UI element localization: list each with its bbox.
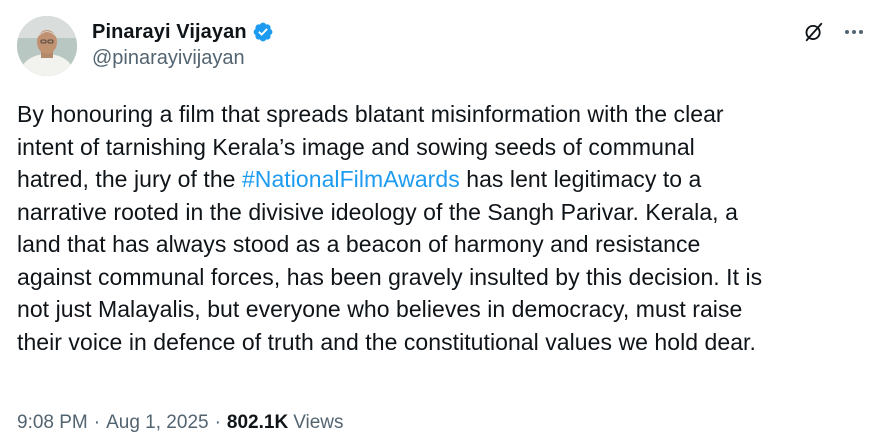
tweet-text-segment: narrative rooted in the divisive ideolog… xyxy=(17,198,738,225)
views-label: Views xyxy=(293,412,344,433)
tweet-text-segment: against communal forces, has been gravel… xyxy=(17,263,763,290)
tweet-text-segment: hatred, the jury of the xyxy=(17,166,242,192)
tweet-text-line: land that has always stood as a beacon o… xyxy=(17,228,877,261)
tweet-text-segment: land that has always stood as a beacon o… xyxy=(17,231,701,257)
tweet-text-segment: intent of tarnishing Kerala’s image and … xyxy=(17,133,695,160)
tweet-text-line: their voice in defence of truth and the … xyxy=(17,326,877,359)
verified-badge-icon[interactable] xyxy=(252,21,274,43)
grok-icon xyxy=(805,22,823,42)
grok-button[interactable] xyxy=(799,17,829,47)
tweet-text-line: hatred, the jury of the #NationalFilmAwa… xyxy=(17,163,877,196)
meta-separator: · xyxy=(214,412,221,433)
tweet-text: By honouring a film that spreads blatant… xyxy=(17,98,877,358)
tweet-time: 9:08 PM xyxy=(17,412,88,433)
avatar-photo xyxy=(17,16,77,76)
tweet-date: Aug 1, 2025 xyxy=(106,412,209,433)
tweet-text-line: intent of tarnishing Kerala’s image and … xyxy=(17,131,877,164)
views-count: 802.1K xyxy=(226,412,289,433)
tweet-text-segment: their voice in defence of truth and the … xyxy=(17,328,756,355)
tweet-text-segment: not just Malayalis, but everyone who bel… xyxy=(17,296,743,322)
more-options-button[interactable] xyxy=(838,17,870,47)
avatar[interactable] xyxy=(17,16,77,76)
author-handle[interactable]: @pinarayivijayan xyxy=(92,47,274,70)
hashtag-link[interactable]: #NationalFilmAwards xyxy=(242,166,460,192)
tweet-text-line: against communal forces, has been gravel… xyxy=(17,261,877,294)
tweet-text-line: not just Malayalis, but everyone who bel… xyxy=(17,293,877,326)
author-display-name[interactable]: Pinarayi Vijayan xyxy=(92,21,247,44)
meta-separator: · xyxy=(93,412,101,433)
tweet-text-line: narrative rooted in the divisive ideolog… xyxy=(17,196,877,229)
tweet-text-line: By honouring a film that spreads blatant… xyxy=(17,98,877,131)
tweet-timestamp-link[interactable]: 9:08 PM · Aug 1, 2025 xyxy=(17,412,209,434)
tweet-text-segment: By honouring a film that spreads blatant… xyxy=(17,101,724,127)
tweet-meta: 9:08 PM · Aug 1, 2025 · 802.1K Views xyxy=(17,412,344,434)
more-options-icon xyxy=(845,30,863,34)
tweet-text-segment: has lent legitimacy to a xyxy=(459,166,702,192)
tweet-card: Pinarayi Vijayan @pinarayivijayan By hon… xyxy=(0,0,892,448)
author-name-row: Pinarayi Vijayan xyxy=(92,19,274,45)
author-block: Pinarayi Vijayan @pinarayivijayan xyxy=(92,19,274,70)
